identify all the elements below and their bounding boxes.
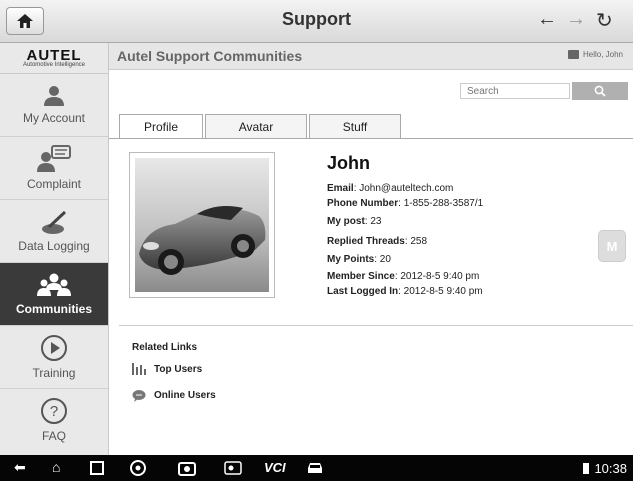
user-greeting[interactable]: Hello, John	[567, 50, 623, 59]
field-separator: :	[398, 286, 401, 297]
section-divider	[119, 325, 633, 326]
field-separator: :	[374, 254, 378, 265]
profile-email: Email: John@auteltech.com	[327, 183, 453, 194]
communities-icon	[37, 273, 71, 296]
screen-mirror-icon[interactable]	[224, 461, 242, 475]
profile-replied-threads: Replied Threads: 258	[327, 236, 427, 247]
field-separator: :	[353, 183, 357, 194]
search-input[interactable]	[460, 83, 570, 99]
main-header: Autel Support Communities Hello, John	[109, 43, 633, 70]
profile-tabs: Profile Avatar Stuff	[119, 114, 403, 138]
field-label: Last Logged In	[327, 286, 399, 297]
greeting-text: Hello, John	[582, 50, 623, 59]
svg-text:?: ?	[50, 403, 58, 420]
search-button[interactable]	[572, 82, 628, 100]
tab-divider	[109, 138, 633, 139]
browser-icon[interactable]	[130, 460, 146, 476]
field-label: My Points	[327, 254, 375, 265]
field-label: Email	[327, 183, 354, 194]
sidebar-item-label: FAQ	[41, 429, 66, 443]
sidebar: AUTEL Automotive Intelligence My Account…	[0, 43, 109, 455]
chat-bubble-icon	[132, 390, 146, 402]
back-icon[interactable]: ⬅	[14, 459, 26, 476]
complaint-icon	[37, 145, 71, 172]
logo-subtitle: Automotive Intelligence	[22, 62, 86, 68]
clock: 10:38	[594, 461, 627, 476]
logo-brand: AUTEL	[26, 47, 82, 64]
field-value: John@auteltech.com	[359, 183, 454, 194]
field-value: 20	[379, 254, 391, 265]
top-users-link[interactable]: Top Users	[132, 363, 202, 375]
battery-icon	[583, 463, 589, 474]
field-separator: :	[364, 216, 368, 227]
forward-arrow-icon[interactable]: →	[566, 8, 586, 31]
field-label: Phone Number	[327, 198, 399, 209]
profile-phone: Phone Number: 1-855-288-3587/1	[327, 198, 483, 209]
link-label: Online Users	[154, 390, 216, 401]
sidebar-item-complaint[interactable]: Complaint	[0, 137, 108, 200]
field-separator: :	[394, 271, 398, 282]
field-value: 1-855-288-3587/1	[403, 198, 484, 209]
profile-posts: My post: 23	[327, 216, 381, 227]
vci-icon[interactable]: VCI	[264, 460, 286, 475]
search-icon	[594, 85, 606, 97]
section-title: Autel Support Communities	[117, 48, 303, 64]
refresh-icon[interactable]: ↻	[596, 8, 613, 33]
sidebar-item-label: Complaint	[26, 177, 82, 191]
field-value: 23	[370, 216, 382, 227]
car-icon[interactable]	[306, 461, 324, 475]
profile-name: John	[327, 153, 370, 173]
field-separator: :	[398, 198, 401, 209]
tab-profile[interactable]: Profile	[119, 114, 203, 138]
sidebar-item-training[interactable]: Training	[0, 326, 108, 389]
question-icon: ?	[41, 398, 67, 424]
online-users-link[interactable]: Online Users	[132, 389, 216, 402]
autel-logo: AUTEL Automotive Intelligence	[0, 43, 108, 74]
field-value: 2012-8-5 9:40 pm	[400, 271, 480, 282]
link-label: Top Users	[154, 363, 203, 375]
profile-last-login: Last Logged In: 2012-8-5 9:40 pm	[327, 286, 483, 297]
home-icon[interactable]: ⌂	[52, 459, 60, 475]
sidebar-item-label: Training	[32, 366, 76, 380]
sidebar-item-label: Data Logging	[18, 239, 90, 253]
sidebar-item-label: Communities	[15, 302, 92, 316]
user-icon	[44, 86, 64, 106]
tab-avatar[interactable]: Avatar	[205, 114, 307, 138]
data-logging-icon	[42, 210, 67, 234]
bar-chart-icon	[132, 363, 146, 375]
sports-car-image	[135, 158, 269, 292]
sidebar-item-label: My Account	[22, 111, 86, 125]
field-label: My post	[327, 216, 365, 227]
profile-photo	[129, 152, 275, 298]
android-nav-bar: ⬅ ⌂ VCI 10:38	[0, 455, 633, 481]
sidebar-item-my-account[interactable]: My Account	[0, 74, 108, 137]
play-icon	[41, 335, 67, 361]
back-arrow-icon[interactable]: ←	[537, 8, 557, 31]
field-label: Member Since	[327, 271, 395, 282]
recent-apps-icon[interactable]	[90, 461, 104, 475]
related-links-heading: Related Links	[132, 342, 198, 353]
field-separator: :	[404, 236, 408, 247]
profile-member-since: Member Since: 2012-8-5 9:40 pm	[327, 271, 479, 282]
sidebar-item-faq[interactable]: ? FAQ	[0, 389, 108, 451]
top-bar: Support ← → ↻	[0, 0, 633, 43]
sidebar-item-data-logging[interactable]: Data Logging	[0, 200, 108, 263]
field-label: Replied Threads	[327, 236, 405, 247]
field-value: 2012-8-5 9:40 pm	[403, 286, 483, 297]
avatar-icon	[567, 50, 579, 59]
sidebar-item-communities[interactable]: Communities	[0, 263, 108, 326]
profile-points: My Points: 20	[327, 254, 391, 265]
floating-m-button[interactable]: M	[598, 230, 626, 262]
camera-icon[interactable]	[178, 460, 196, 476]
tab-stuff[interactable]: Stuff	[309, 114, 401, 138]
field-value: 258	[410, 236, 428, 247]
